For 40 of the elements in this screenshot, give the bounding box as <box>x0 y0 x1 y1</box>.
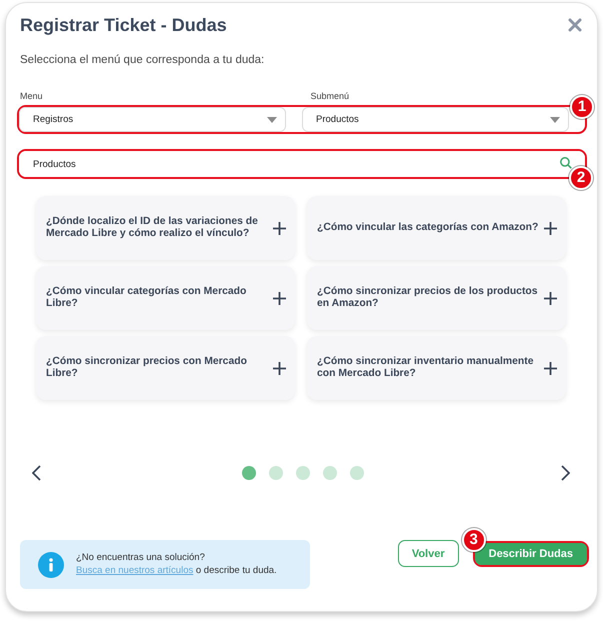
chevron-right-icon <box>560 465 570 481</box>
page-dot[interactable] <box>268 466 282 480</box>
dialog-title: Registrar Ticket - Dudas <box>20 14 227 37</box>
search-icon[interactable] <box>560 157 572 169</box>
faq-question: ¿Cómo sincronizar precios con Mercado Libre? <box>46 356 248 380</box>
step-badge: 2 <box>569 166 593 190</box>
plus-icon <box>273 362 286 374</box>
close-icon[interactable] <box>568 18 582 32</box>
faq-question: ¿Cómo vincular categorías con Mercado Libre? <box>46 286 248 310</box>
instruction-text: Selecciona el menú que corresponda a tu duda: <box>20 53 266 67</box>
field-label: Submenú <box>310 90 350 102</box>
page-dot[interactable] <box>322 466 336 480</box>
dropdown[interactable]: Productos <box>302 107 569 132</box>
faq-card[interactable]: ¿Cómo sincronizar precios con Mercado Libre? <box>36 336 295 400</box>
field-label: Menu <box>20 90 44 102</box>
faq-card[interactable]: ¿Cómo vincular categorías con Mercado Libre? <box>36 266 295 330</box>
chevron-left-icon <box>32 465 40 481</box>
plus-icon <box>544 292 557 304</box>
plus-icon <box>544 362 557 374</box>
info-icon <box>38 552 64 578</box>
page-dot[interactable] <box>242 466 256 480</box>
plus-icon <box>273 222 286 234</box>
plus-icon <box>273 292 286 304</box>
faq-card[interactable]: ¿Cómo vincular las categorías con Amazon? <box>307 196 566 260</box>
faq-question: ¿Cómo sincronizar inventario manualmente con Mercado Libre? <box>317 356 535 380</box>
faq-question: ¿Cómo vincular las categorías con Amazon? <box>317 222 538 234</box>
faq-card[interactable]: ¿Cómo sincronizar precios de los productos en Amazon? <box>307 266 566 330</box>
step-badge: 3 <box>462 528 486 552</box>
faq-question: ¿Dónde localizo el ID de las variaciones de Mercado Libre y cómo realizo el vínculo? <box>46 216 259 240</box>
faq-card[interactable]: ¿Dónde localizo el ID de las variaciones de Mercado Libre y cómo realizo el vínculo? <box>36 196 295 260</box>
page-dot[interactable] <box>350 466 364 480</box>
caret-icon <box>267 116 277 122</box>
dropdown[interactable]: Registros <box>19 107 286 132</box>
help-text: ¿No encuentras una solución? Busca en nuestros artículos o describe tu duda. <box>76 552 278 577</box>
step-badge: 1 <box>570 95 594 119</box>
faq-card[interactable]: ¿Cómo sincronizar inventario manualmente con Mercado Libre? <box>307 336 566 400</box>
page-dot[interactable] <box>296 466 310 480</box>
faq-question: ¿Cómo sincronizar precios de los productos en Amazon? <box>317 286 539 310</box>
plus-icon <box>544 222 557 234</box>
caret-icon <box>550 116 560 122</box>
